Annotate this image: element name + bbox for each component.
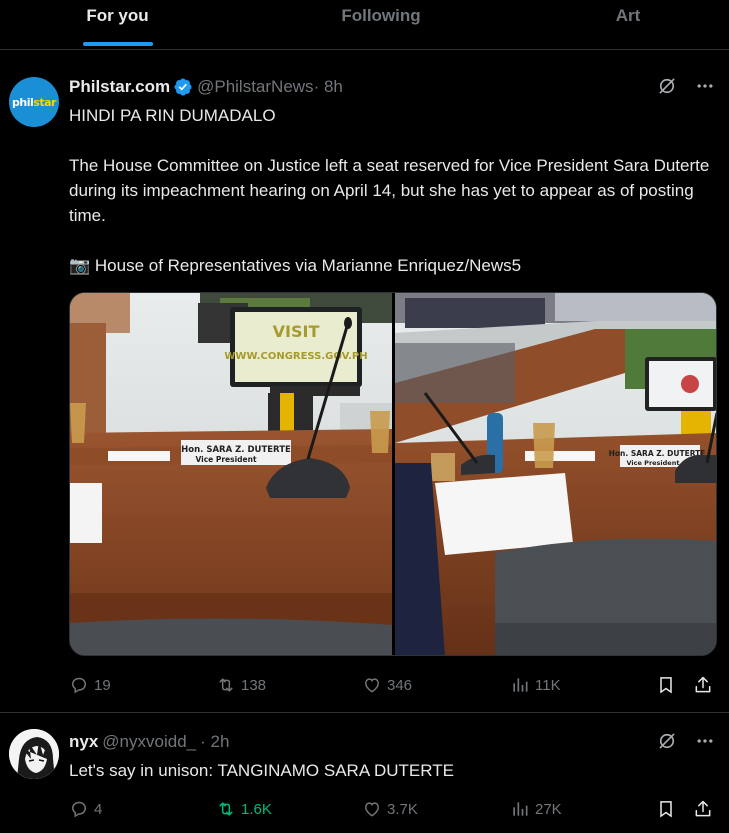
author-name[interactable]: nyx <box>69 732 98 752</box>
author-handle[interactable]: @nyxvoidd_ <box>102 732 196 752</box>
share-icon <box>693 675 713 695</box>
reply-icon <box>69 799 89 819</box>
heart-icon <box>362 799 382 819</box>
author-handle[interactable]: @PhilstarNews <box>197 77 313 97</box>
reply-button[interactable]: 19 <box>69 675 111 695</box>
more-options-icon[interactable] <box>695 76 715 96</box>
view-count: 11K <box>535 676 561 694</box>
like-count: 3.7K <box>387 800 418 818</box>
verified-badge-icon <box>173 77 193 97</box>
grok-icon[interactable] <box>657 731 677 751</box>
views-button[interactable]: 11K <box>510 675 561 695</box>
like-button[interactable]: 3.7K <box>362 799 418 819</box>
post-media[interactable]: VISIT WWW.CONGRESS.GOV.PH Hon. SARA Z. D… <box>69 292 717 656</box>
avatar[interactable] <box>9 729 59 779</box>
author-name[interactable]: Philstar.com <box>69 77 170 97</box>
bookmark-button[interactable] <box>656 675 676 695</box>
photo-credit: 📷 House of Representatives via Marianne … <box>69 256 522 275</box>
share-button[interactable] <box>693 675 713 695</box>
heart-icon <box>362 675 382 695</box>
bookmark-button[interactable] <box>656 799 676 819</box>
active-tab-indicator <box>82 42 153 46</box>
reply-button[interactable]: 4 <box>69 799 102 819</box>
media-photo-left[interactable]: VISIT WWW.CONGRESS.GOV.PH Hon. SARA Z. D… <box>70 293 392 655</box>
views-button[interactable]: 27K <box>510 799 562 819</box>
post-body: The House Committee on Justice left a se… <box>69 156 710 225</box>
post[interactable]: philstar Philstar.com @PhilstarNews · 8h… <box>0 63 729 713</box>
post-headline: HINDI PA RIN DUMADALO <box>69 106 276 125</box>
analytics-icon <box>510 799 530 819</box>
svg-text:WWW.CONGRESS.GOV.PH: WWW.CONGRESS.GOV.PH <box>224 351 367 362</box>
avatar[interactable]: philstar <box>9 77 59 127</box>
media-photo-right[interactable]: Hon. SARA Z. DUTERTE Vice President <box>394 293 716 655</box>
svg-text:Vice President: Vice President <box>195 455 256 464</box>
post-actions: 19 138 346 11K <box>69 673 719 697</box>
repost-count: 1.6K <box>241 800 272 818</box>
svg-text:Vice President: Vice President <box>626 459 679 467</box>
repost-icon <box>216 675 236 695</box>
tab-art[interactable]: Art <box>527 0 729 49</box>
like-count: 346 <box>387 676 413 694</box>
post-text: HINDI PA RIN DUMADALO The House Committe… <box>69 103 719 278</box>
more-options-icon[interactable] <box>695 731 715 751</box>
reply-count: 19 <box>94 676 111 694</box>
post-header: Philstar.com @PhilstarNews · 8h <box>69 76 343 98</box>
post-time[interactable]: · 8h <box>314 77 343 97</box>
repost-count: 138 <box>241 676 267 694</box>
timeline-tabs: For you Following Art <box>0 0 729 50</box>
tab-for-you[interactable]: For you <box>0 0 235 49</box>
post-time[interactable]: · 2h <box>200 732 229 752</box>
post-actions: 4 1.6K 3.7K 27K <box>69 797 719 821</box>
post-top-actions <box>657 76 715 96</box>
svg-text:Hon. SARA Z. DUTERTE: Hon. SARA Z. DUTERTE <box>181 445 291 455</box>
post-header: nyx @nyxvoidd_ · 2h <box>69 731 229 753</box>
share-button[interactable] <box>693 799 713 819</box>
post[interactable]: nyx @nyxvoidd_ · 2h Let's say in unison:… <box>0 714 729 833</box>
grok-icon[interactable] <box>657 76 677 96</box>
repost-button[interactable]: 138 <box>216 675 266 695</box>
analytics-icon <box>510 675 530 695</box>
tab-art-label: Art <box>615 6 641 25</box>
reply-icon <box>69 675 89 695</box>
tab-following[interactable]: Following <box>235 0 527 49</box>
share-icon <box>693 799 713 819</box>
post-top-actions <box>657 731 715 751</box>
reply-count: 4 <box>94 800 103 818</box>
view-count: 27K <box>535 800 562 818</box>
tab-following-label: Following <box>341 6 421 25</box>
post-text: Let's say in unison: TANGINAMO SARA DUTE… <box>69 758 719 783</box>
philstar-logo: philstar <box>12 95 56 109</box>
repost-button[interactable]: 1.6K <box>216 799 272 819</box>
repost-icon <box>216 799 236 819</box>
svg-text:VISIT: VISIT <box>273 322 320 341</box>
bookmark-icon <box>656 675 676 695</box>
post-body: Let's say in unison: TANGINAMO SARA DUTE… <box>69 761 454 780</box>
bookmark-icon <box>656 799 676 819</box>
like-button[interactable]: 346 <box>362 675 412 695</box>
tab-for-you-label: For you <box>86 6 149 25</box>
